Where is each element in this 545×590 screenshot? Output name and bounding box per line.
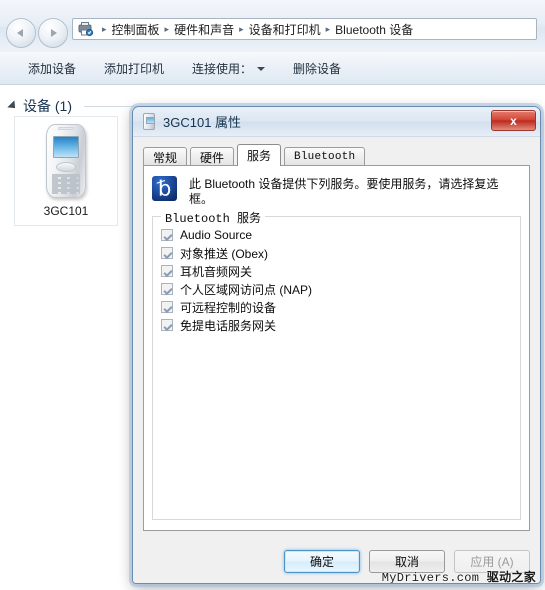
tab-bluetooth[interactable]: Bluetooth [284,147,366,166]
devices-and-printers-icon [77,21,95,37]
ok-button-label: 确定 [309,555,334,569]
connect-using-menu[interactable]: 连接使用： [178,56,279,81]
services-tab-panel: 此 Bluetooth 设备提供下列服务。要使用服务，请选择复选框。 Bluet… [143,165,530,531]
description-row: 此 Bluetooth 设备提供下列服务。要使用服务，请选择复选框。 [152,176,521,207]
tabstrip: 常规 硬件 服务 Bluetooth [143,144,530,166]
list-item[interactable]: Audio Source [161,227,514,243]
address-bar: ▸ 控制面板 ▸ 硬件和声音 ▸ 设备和打印机 ▸ Bluetooth 设备 [0,0,545,52]
services-description: 此 Bluetooth 设备提供下列服务。要使用服务，请选择复选框。 [189,177,499,206]
tab-hardware[interactable]: 硬件 [190,147,235,166]
service-label: 耳机音频网关 [180,264,253,279]
close-icon[interactable]: x [491,110,536,131]
remove-device-button[interactable]: 删除设备 [279,56,355,81]
add-device-button[interactable]: 添加设备 [14,56,90,81]
breadcrumb-item-bluetooth-devices[interactable]: Bluetooth 设备 [335,21,413,38]
command-bar: 添加设备 添加打印机 连接使用： 删除设备 [0,52,545,85]
breadcrumb-separator: ▸ [164,23,170,34]
tab-services-label: 服务 [247,149,272,163]
breadcrumb-item-hardware-sound[interactable]: 硬件和声音 [174,21,234,38]
device-properties-icon [143,113,155,130]
dialog-titlebar[interactable]: 3GC101 属性 x [133,107,540,137]
service-label: 个人区域网访问点 (NAP) [180,282,313,297]
checkbox-remote-controllable-device[interactable] [161,301,173,313]
device-properties-dialog: 3GC101 属性 x 常规 硬件 服务 Bluetooth ␢ 此 Bluet… [132,106,541,584]
checkbox-handsfree-gateway[interactable] [161,319,173,331]
back-button[interactable] [6,18,36,48]
checkbox-object-push[interactable] [161,247,173,259]
ok-button[interactable]: 确定 [284,550,360,573]
connect-using-label: 连接使用： [192,61,253,76]
list-item[interactable]: 耳机音频网关 [161,263,514,279]
remove-device-label: 删除设备 [293,61,342,76]
chevron-down-icon [257,67,266,71]
tab-general[interactable]: 常规 [143,147,188,166]
device-name-label: 3GC101 [43,204,89,218]
breadcrumb-item-control-panel[interactable]: 控制面板 [112,21,160,38]
breadcrumb-separator: ▸ [102,23,107,34]
tab-hardware-label: 硬件 [200,150,225,165]
bluetooth-services-groupbox: Bluetooth 服务 Audio Source 对象推送 (Obex) 耳机… [152,209,521,520]
navigation-buttons [6,18,82,48]
breadcrumb-item-devices-printers[interactable]: 设备和打印机 [249,21,321,38]
watermark: MyDrivers.com 驱动之家 [381,568,536,584]
tab-services[interactable]: 服务 [237,144,282,166]
watermark-name: 驱动之家 [486,570,536,584]
list-item[interactable]: 个人区域网访问点 (NAP) [161,281,514,297]
breadcrumb[interactable]: ▸ 控制面板 ▸ 硬件和声音 ▸ 设备和打印机 ▸ Bluetooth 设备 [72,18,537,40]
services-list: Audio Source 对象推送 (Obex) 耳机音频网关 个人区域网访问点… [161,227,514,335]
forward-button[interactable] [38,18,68,48]
add-printer-button[interactable]: 添加打印机 [90,56,178,81]
checkbox-headset-audio-gateway[interactable] [161,265,173,277]
device-tile-3gc101[interactable]: 3GC101 [14,116,118,226]
bluetooth-icon [152,176,177,201]
collapse-triangle-icon[interactable] [7,100,19,112]
list-item[interactable]: 对象推送 (Obex) [161,245,514,261]
explorer-window: ▸ 控制面板 ▸ 硬件和声音 ▸ 设备和打印机 ▸ Bluetooth 设备 添… [0,0,545,590]
mobile-phone-icon [46,124,86,198]
add-device-label: 添加设备 [28,61,77,76]
list-item[interactable]: 免提电话服务网关 [161,317,514,333]
checkbox-audio-source[interactable] [161,229,173,241]
list-item[interactable]: 可远程控制的设备 [161,299,514,315]
service-label: Audio Source [180,228,253,242]
service-label: 免提电话服务网关 [180,318,277,333]
breadcrumb-separator: ▸ [239,23,244,34]
dialog-body: 常规 硬件 服务 Bluetooth 此 Bluetooth 设备提供下列服务。… [133,137,540,583]
tab-general-label: 常规 [153,150,178,165]
service-label: 对象推送 (Obex) [180,246,269,261]
tab-bluetooth-label: Bluetooth [294,151,356,163]
dialog-title: 3GC101 属性 [163,115,242,130]
service-label: 可远程控制的设备 [180,300,277,315]
checkbox-pan-nap[interactable] [161,283,173,295]
watermark-site: MyDrivers.com [381,571,480,584]
add-printer-label: 添加打印机 [104,61,165,76]
breadcrumb-separator: ▸ [325,23,331,34]
bluetooth-services-title: Bluetooth 服务 [161,209,266,226]
devices-group-label: 设备 (1) [23,98,72,114]
